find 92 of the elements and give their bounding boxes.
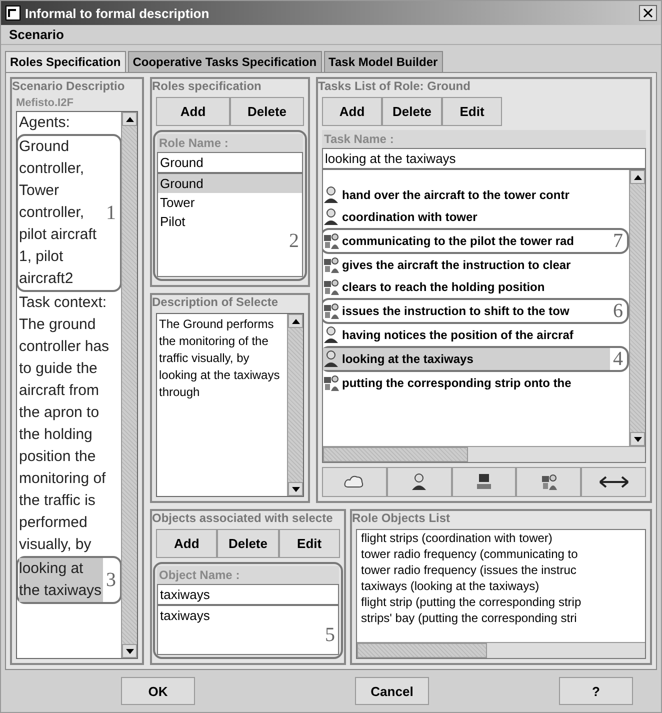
annotation-number: 6 [612, 301, 624, 321]
person-at-computer-icon [540, 473, 557, 491]
field-label: Role Name : [157, 134, 303, 152]
group-title: Roles specification [152, 77, 308, 93]
scrollbar[interactable] [357, 642, 645, 658]
person-icon [323, 326, 339, 344]
scenario-text-area[interactable] [16, 111, 138, 659]
group-title: Description of Selecte [152, 293, 308, 309]
task-item[interactable]: gives the aircraft the instruction to clear [323, 254, 626, 276]
field-label: Task Name : [322, 130, 646, 148]
person-at-computer-icon [323, 256, 339, 274]
scenario-text: Agents: [19, 113, 71, 133]
person-at-computer-icon [323, 232, 339, 250]
panel-button[interactable]: Add [156, 97, 230, 126]
list-item[interactable]: flight strips (coordination with tower) [357, 530, 645, 546]
annotation-number: 5 [324, 625, 336, 645]
input-field[interactable]: looking at the taxiways [322, 148, 646, 169]
person-icon [323, 350, 339, 368]
panel-button[interactable]: Delete [230, 97, 304, 126]
panel-button[interactable]: Delete [382, 97, 442, 126]
group-title: Tasks List of Role: Ground [318, 77, 650, 93]
scenario-text: Ground controller, Tower controller, pilot aircraft 1, pilot aircraft2 [19, 137, 98, 289]
panel-button[interactable]: Add [322, 97, 382, 126]
list-item[interactable]: tower radio frequency (communicating to [357, 546, 645, 562]
panel-button[interactable]: Edit [442, 97, 502, 126]
scrollbar[interactable] [629, 170, 645, 446]
annotation-number: 3 [105, 570, 117, 590]
close-icon [643, 8, 653, 18]
up-arrow-icon [634, 174, 642, 180]
person-icon [411, 473, 428, 491]
menu-item[interactable]: Scenario [9, 27, 64, 42]
annotation-number: 2 [288, 231, 300, 251]
up-arrow-icon [126, 116, 134, 122]
dialog-button[interactable]: Cancel [355, 677, 429, 705]
task-item[interactable]: clears to reach the holding position [323, 276, 626, 298]
task-item[interactable]: having notices the position of the aircraf [323, 324, 626, 346]
down-arrow-icon [634, 436, 642, 442]
tab[interactable]: Cooperative Tasks Specification [128, 51, 322, 72]
cloud-icon [344, 474, 364, 490]
task-item[interactable]: communicating to the pilot the tower rad [323, 230, 610, 252]
person-at-computer-icon [323, 278, 339, 296]
tool-button[interactable] [452, 467, 516, 497]
down-arrow-icon [292, 486, 300, 492]
person-icon [323, 186, 339, 204]
up-arrow-icon [292, 318, 300, 324]
tool-button[interactable] [516, 467, 582, 497]
scrollbar[interactable] [287, 314, 303, 496]
list-item[interactable]: Ground [158, 174, 302, 193]
panel-button[interactable]: Edit [278, 529, 340, 558]
input-field[interactable]: Ground [157, 152, 303, 173]
group-title: Scenario Descriptio [12, 77, 142, 93]
list-item[interactable]: taxiways [158, 606, 338, 625]
double-arrow-icon [598, 475, 629, 489]
panel-button[interactable]: Add [156, 529, 218, 558]
task-item[interactable]: issues the instruction to shift to the tow [323, 300, 610, 322]
app-icon [5, 5, 21, 21]
window-title: Informal to formal description [25, 6, 210, 20]
close-button[interactable] [639, 5, 657, 21]
person-icon [323, 208, 339, 226]
task-item[interactable]: hand over the aircraft to the tower contr [323, 184, 626, 206]
input-field[interactable]: taxiways [157, 584, 339, 605]
list-item[interactable]: strips' bay (putting the corresponding stri [357, 610, 645, 626]
file-label: Mefisto.I2F [16, 97, 74, 109]
annotation-number: 1 [105, 203, 117, 223]
scrollbar[interactable] [121, 112, 137, 658]
tab[interactable]: Task Model Builder [324, 51, 443, 72]
list-item[interactable]: tower radio frequency (issues the instruc [357, 562, 645, 578]
task-item[interactable]: putting the corresponding strip onto the [323, 372, 626, 394]
person-at-computer-icon [323, 374, 339, 392]
highlighted-text: looking at the taxiways [19, 558, 103, 602]
list-item[interactable]: flight strip (putting the corresponding strip [357, 594, 645, 610]
scrollbar[interactable] [323, 446, 645, 462]
down-arrow-icon [126, 648, 134, 654]
task-item[interactable]: looking at the taxiways [323, 348, 610, 370]
person-at-computer-icon [323, 302, 339, 320]
list-item[interactable]: taxiways (looking at the taxiways) [357, 578, 645, 594]
list-item[interactable]: Pilot [158, 212, 302, 231]
tool-button[interactable] [581, 467, 646, 497]
tab[interactable]: Roles Specification [5, 51, 126, 72]
group-title: Role Objects List [352, 509, 650, 525]
dialog-button[interactable]: OK [121, 677, 195, 705]
computer-icon [474, 473, 493, 491]
description-text-area[interactable]: The Ground performs the monitoring of the traffic visually, by looking at the taxiways through [156, 313, 304, 497]
panel-button[interactable]: Delete [217, 529, 279, 558]
tool-button[interactable] [386, 467, 452, 497]
dialog-button[interactable]: ? [559, 677, 633, 705]
list-item[interactable]: Tower [158, 193, 302, 212]
group-title: Objects associated with selecte [152, 509, 344, 525]
annotation-number: 4 [612, 349, 624, 369]
task-item[interactable]: coordination with tower [323, 206, 626, 228]
annotation-number: 7 [612, 231, 624, 251]
field-label: Object Name : [157, 566, 339, 584]
